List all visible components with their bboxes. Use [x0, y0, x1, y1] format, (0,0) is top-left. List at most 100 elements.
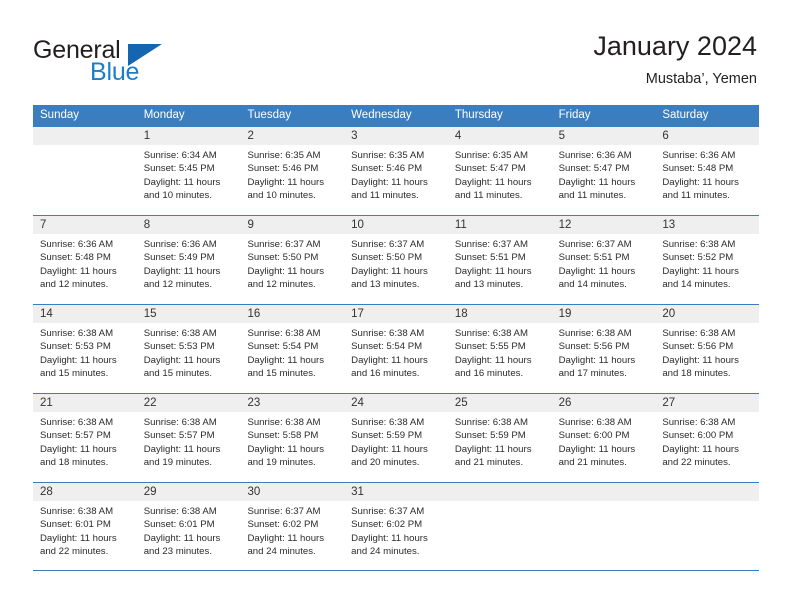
daylight-text: Daylight: 11 hours [558, 354, 636, 366]
day-cell[interactable]: 20 Sunrise: 6:38 AM Sunset: 5:56 PM Dayligh… [655, 305, 760, 393]
sunset-text: Sunset: 5:49 PM [143, 252, 215, 264]
title-block: January 2024 Mustaba’, Yemen [593, 30, 757, 89]
general-blue-logo[interactable]: General Blue [33, 36, 263, 92]
day-cell[interactable]: 23 Sunrise: 6:38 AM Sunset: 5:58 PM Dayligh… [240, 394, 345, 482]
daylight-continued-text: and 11 minutes. [558, 190, 627, 202]
day-cell[interactable]: 30 Sunrise: 6:37 AM Sunset: 6:02 PM Dayligh… [240, 483, 345, 570]
daylight-text: Daylight: 11 hours [143, 532, 221, 544]
sunset-text: Sunset: 6:00 PM [662, 430, 734, 442]
daylight-text: Daylight: 11 hours [558, 265, 636, 277]
day-cell[interactable]: 17 Sunrise: 6:38 AM Sunset: 5:54 PM Dayligh… [344, 305, 448, 393]
day-cell[interactable]: 22 Sunrise: 6:38 AM Sunset: 5:57 PM Dayligh… [136, 394, 241, 482]
weekday-header-friday: Friday [558, 109, 591, 121]
day-cell[interactable]: 9 Sunrise: 6:37 AM Sunset: 5:50 PM Daylight… [240, 216, 345, 304]
calendar-weeks: 1 Sunrise: 6:34 AM Sunset: 5:45 PM Daylight… [33, 126, 760, 571]
day-number-band: 1 [136, 127, 241, 145]
day-number-band: 3 [344, 127, 448, 145]
daylight-continued-text: and 19 minutes. [247, 457, 316, 469]
day-number-band: 31 [344, 483, 448, 501]
sunrise-text: Sunrise: 6:35 AM [247, 150, 321, 161]
page-header: General Blue January 2024 Mustaba’, Yeme… [0, 0, 792, 100]
day-number-band [551, 483, 656, 501]
day-cell[interactable]: 7 Sunrise: 6:36 AM Sunset: 5:48 PM Daylight… [33, 216, 137, 304]
day-cell[interactable]: 6 Sunrise: 6:36 AM Sunset: 5:48 PM Daylight… [655, 127, 760, 215]
day-cell[interactable]: 5 Sunrise: 6:36 AM Sunset: 5:47 PM Daylight… [551, 127, 656, 215]
sunset-text: Sunset: 5:56 PM [558, 341, 630, 353]
day-cell[interactable]: 19 Sunrise: 6:38 AM Sunset: 5:56 PM Dayligh… [551, 305, 656, 393]
day-details: Sunrise: 6:37 AM Sunset: 5:50 PM Daylight:… [344, 234, 448, 292]
day-number: 31 [351, 486, 364, 498]
sunset-text: Sunset: 5:54 PM [351, 341, 423, 353]
daylight-text: Daylight: 11 hours [40, 354, 117, 366]
day-number: 16 [247, 308, 261, 320]
day-number: 1 [143, 130, 151, 142]
day-cell[interactable]: 25 Sunrise: 6:38 AM Sunset: 5:59 PM Dayligh… [447, 394, 552, 482]
day-cell[interactable]: 10 Sunrise: 6:37 AM Sunset: 5:50 PM Dayligh… [344, 216, 448, 304]
day-cell[interactable]: 11 Sunrise: 6:37 AM Sunset: 5:51 PM Dayligh… [447, 216, 552, 304]
sunset-text: Sunset: 5:53 PM [143, 341, 215, 353]
weekday-header-monday: Monday [143, 109, 185, 121]
daylight-continued-text: and 20 minutes. [351, 457, 420, 469]
sunset-text: Sunset: 6:02 PM [247, 519, 319, 531]
day-cell[interactable]: 21 Sunrise: 6:38 AM Sunset: 5:57 PM Dayligh… [33, 394, 137, 482]
day-details: Sunrise: 6:38 AM Sunset: 5:56 PM Daylight:… [552, 323, 656, 381]
day-cell[interactable]: 3 Sunrise: 6:35 AM Sunset: 5:46 PM Daylight… [344, 127, 448, 215]
day-number: 21 [40, 397, 53, 409]
day-cell[interactable]: 12 Sunrise: 6:37 AM Sunset: 5:51 PM Dayligh… [551, 216, 656, 304]
sunset-text: Sunset: 5:56 PM [662, 341, 734, 353]
day-cell[interactable]: 14 Sunrise: 6:38 AM Sunset: 5:53 PM Dayligh… [33, 305, 137, 393]
day-details: Sunrise: 6:38 AM Sunset: 5:57 PM Daylight:… [137, 412, 241, 470]
daylight-text: Daylight: 11 hours [662, 265, 739, 277]
day-details: Sunrise: 6:37 AM Sunset: 5:51 PM Daylight:… [552, 234, 656, 292]
day-details: Sunrise: 6:38 AM Sunset: 5:52 PM Daylight:… [655, 234, 759, 292]
page-subtitle-location: Mustaba’, Yemen [645, 71, 757, 87]
daylight-continued-text: and 24 minutes. [247, 546, 316, 558]
day-number-band: 8 [136, 216, 241, 234]
sunset-text: Sunset: 5:54 PM [247, 341, 319, 353]
day-cell[interactable]: 29 Sunrise: 6:38 AM Sunset: 6:01 PM Dayligh… [136, 483, 241, 570]
sunset-text: Sunset: 5:58 PM [247, 430, 319, 442]
sunrise-text: Sunrise: 6:38 AM [143, 417, 217, 428]
sunrise-text: Sunrise: 6:38 AM [558, 328, 632, 339]
day-cell[interactable]: 28 Sunrise: 6:38 AM Sunset: 6:01 PM Dayligh… [33, 483, 137, 570]
sunrise-text: Sunrise: 6:38 AM [558, 417, 632, 428]
page-title: January 2024 [593, 31, 757, 61]
sunrise-text: Sunrise: 6:37 AM [558, 239, 632, 250]
day-cell[interactable]: 27 Sunrise: 6:38 AM Sunset: 6:00 PM Dayligh… [655, 394, 760, 482]
day-number-band: 18 [447, 305, 552, 323]
sunrise-text: Sunrise: 6:38 AM [351, 417, 425, 428]
sunrise-text: Sunrise: 6:35 AM [351, 150, 425, 161]
day-number-band: 10 [344, 216, 448, 234]
sunrise-text: Sunrise: 6:38 AM [40, 417, 114, 428]
day-number-band [655, 483, 760, 501]
daylight-continued-text: and 14 minutes. [662, 279, 731, 291]
day-number-band: 11 [447, 216, 552, 234]
day-cell[interactable]: 16 Sunrise: 6:38 AM Sunset: 5:54 PM Dayligh… [240, 305, 345, 393]
sunrise-text: Sunrise: 6:38 AM [40, 506, 114, 517]
day-cell[interactable]: 31 Sunrise: 6:37 AM Sunset: 6:02 PM Dayligh… [344, 483, 448, 570]
day-number: 13 [662, 219, 676, 231]
daylight-text: Daylight: 11 hours [454, 265, 532, 277]
day-number: 9 [247, 219, 254, 231]
calendar-week-row: 7 Sunrise: 6:36 AM Sunset: 5:48 PM Daylight… [33, 215, 760, 304]
sunset-text: Sunset: 5:47 PM [454, 163, 526, 175]
sunset-text: Sunset: 5:57 PM [143, 430, 215, 442]
day-number: 26 [558, 397, 572, 409]
day-cell[interactable]: 24 Sunrise: 6:38 AM Sunset: 5:59 PM Dayligh… [344, 394, 448, 482]
daylight-text: Daylight: 11 hours [143, 443, 221, 455]
day-cell[interactable]: 15 Sunrise: 6:38 AM Sunset: 5:53 PM Dayligh… [136, 305, 241, 393]
day-cell[interactable]: 26 Sunrise: 6:38 AM Sunset: 6:00 PM Dayligh… [551, 394, 656, 482]
day-cell[interactable]: 4 Sunrise: 6:35 AM Sunset: 5:47 PM Daylight… [447, 127, 552, 215]
daylight-text: Daylight: 11 hours [662, 443, 739, 455]
day-cell[interactable]: 8 Sunrise: 6:36 AM Sunset: 5:49 PM Daylight… [136, 216, 241, 304]
sunrise-text: Sunrise: 6:38 AM [662, 417, 736, 428]
day-cell[interactable]: 13 Sunrise: 6:38 AM Sunset: 5:52 PM Dayligh… [655, 216, 760, 304]
calendar-week-row: 21 Sunrise: 6:38 AM Sunset: 5:57 PM Dayligh… [33, 393, 760, 482]
weekday-header-wednesday: Wednesday [351, 109, 412, 121]
day-cell[interactable]: 18 Sunrise: 6:38 AM Sunset: 5:55 PM Dayligh… [447, 305, 552, 393]
day-cell[interactable]: 2 Sunrise: 6:35 AM Sunset: 5:46 PM Daylight… [240, 127, 345, 215]
day-number: 22 [143, 397, 157, 409]
day-cell[interactable]: 1 Sunrise: 6:34 AM Sunset: 5:45 PM Daylight… [136, 127, 241, 215]
day-number: 18 [454, 308, 468, 320]
day-details: Sunrise: 6:37 AM Sunset: 6:02 PM Daylight:… [240, 501, 344, 559]
